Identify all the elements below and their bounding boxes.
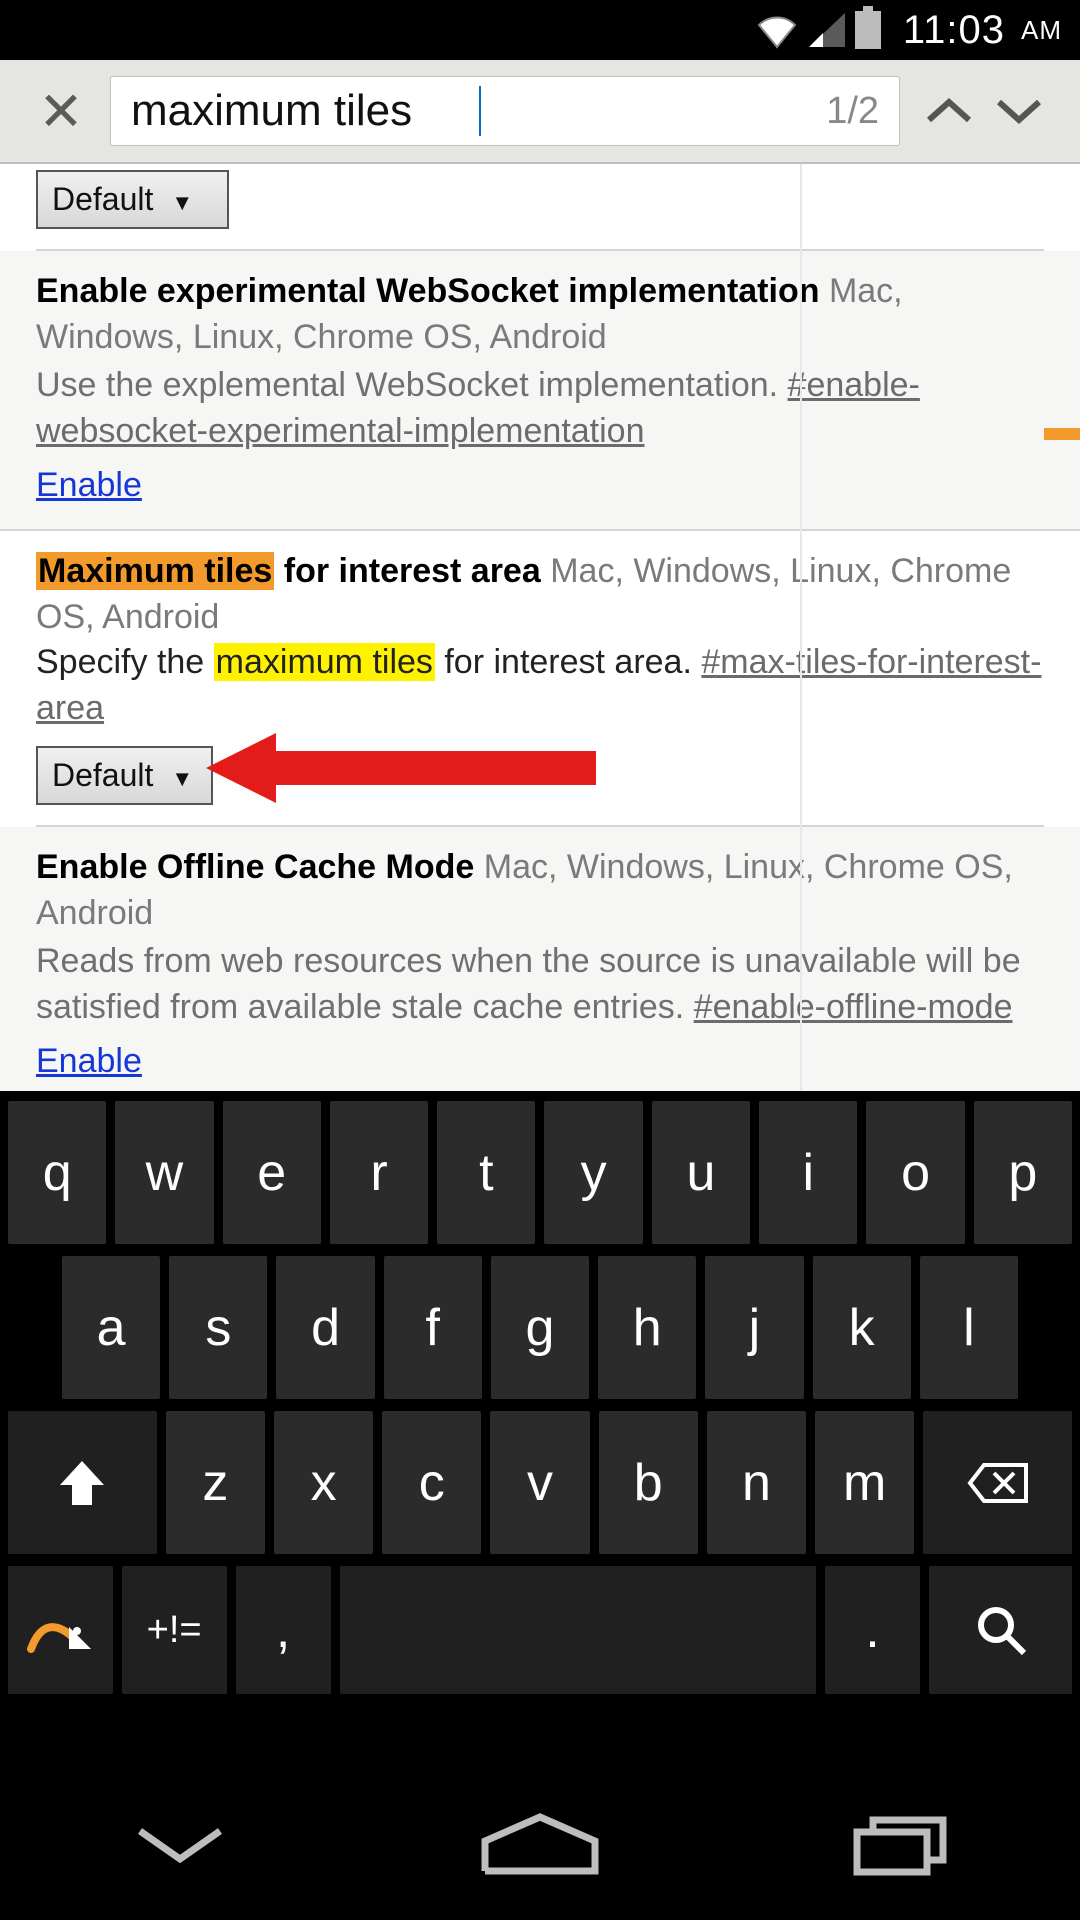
match-highlight-current: Maximum tiles [36,552,274,590]
flag-hash[interactable]: #enable-offline-mode [694,988,1013,1026]
key-symbols[interactable]: +!= [122,1566,227,1694]
flag-title: Enable experimental WebSocket implementa… [36,272,819,310]
key-l[interactable]: l [920,1256,1018,1399]
find-input-wrapper[interactable]: maximum tiles 1/2 [110,76,900,146]
flag-select[interactable]: Default▼ [36,746,213,805]
key-swype[interactable] [8,1566,113,1694]
cell-signal-icon [809,13,845,47]
wifi-icon [755,11,799,49]
flag-offline-cache: Enable Offline Cache Mode Mac, Windows, … [0,827,1080,1091]
match-count: 1/2 [826,90,879,133]
flags-content[interactable]: Default▼ Enable experimental WebSocket i… [0,164,1080,1091]
key-r[interactable]: r [330,1101,428,1244]
prev-match-button[interactable] [919,81,979,141]
soft-keyboard: q w e r t y u i o p a s d f g h j k l z [0,1091,1080,1759]
key-v[interactable]: v [490,1411,589,1554]
key-g[interactable]: g [491,1256,589,1399]
key-o[interactable]: o [866,1101,964,1244]
key-space[interactable] [340,1566,816,1694]
find-input[interactable]: maximum tiles [131,86,477,136]
flag-websocket: Enable experimental WebSocket implementa… [0,251,1080,530]
key-t[interactable]: t [437,1101,535,1244]
clock-ampm: AM [1021,15,1062,46]
key-x[interactable]: x [274,1411,373,1554]
key-m[interactable]: m [815,1411,914,1554]
key-b[interactable]: b [599,1411,698,1554]
flag-title-rest: for interest area [274,552,540,590]
android-navbar [0,1759,1080,1920]
keyboard-row-4: +!= , . [8,1566,1072,1694]
key-e[interactable]: e [223,1101,321,1244]
nav-home-button[interactable] [440,1799,640,1889]
key-search[interactable] [929,1566,1072,1694]
flag-desc-pre: Specify the [36,643,214,681]
key-backspace[interactable] [923,1411,1072,1554]
flag-title: Enable Offline Cache Mode [36,848,474,886]
key-z[interactable]: z [166,1411,265,1554]
key-q[interactable]: q [8,1101,106,1244]
key-u[interactable]: u [652,1101,750,1244]
close-icon[interactable]: ✕ [26,80,96,143]
flag-desc-post: for interest area. [435,643,692,681]
keyboard-row-2: a s d f g h j k l [8,1256,1072,1399]
match-highlight: maximum tiles [214,643,435,681]
battery-icon [855,11,881,49]
flag-select[interactable]: Default▼ [36,170,229,229]
clock-time: 11:03 [903,8,1005,53]
find-in-page-bar: ✕ maximum tiles 1/2 [0,60,1080,164]
text-cursor [479,86,481,136]
flag-partial-top: Default▼ [36,164,1044,251]
key-n[interactable]: n [707,1411,806,1554]
key-f[interactable]: f [384,1256,482,1399]
key-d[interactable]: d [276,1256,374,1399]
key-p[interactable]: p [974,1101,1072,1244]
select-value: Default [52,757,153,793]
annotation-arrow [206,733,596,803]
key-w[interactable]: w [115,1101,213,1244]
enable-link[interactable]: Enable [36,1039,142,1085]
key-shift[interactable] [8,1411,157,1554]
key-h[interactable]: h [598,1256,696,1399]
nav-recents-button[interactable] [800,1799,1000,1889]
status-bar: 11:03 AM [0,0,1080,60]
next-match-button[interactable] [989,81,1049,141]
nav-back-button[interactable] [80,1799,280,1889]
keyboard-row-3: z x c v b n m [8,1411,1072,1554]
key-y[interactable]: y [544,1101,642,1244]
select-value: Default [52,181,153,217]
scroll-match-marker [1044,428,1080,440]
flag-description: Use the explemental WebSocket implementa… [36,366,778,404]
key-j[interactable]: j [705,1256,803,1399]
key-comma[interactable]: , [236,1566,331,1694]
key-i[interactable]: i [759,1101,857,1244]
key-period[interactable]: . [825,1566,920,1694]
key-c[interactable]: c [382,1411,481,1554]
key-s[interactable]: s [169,1256,267,1399]
key-k[interactable]: k [813,1256,911,1399]
keyboard-row-1: q w e r t y u i o p [8,1101,1072,1244]
key-a[interactable]: a [62,1256,160,1399]
enable-link[interactable]: Enable [36,463,142,509]
